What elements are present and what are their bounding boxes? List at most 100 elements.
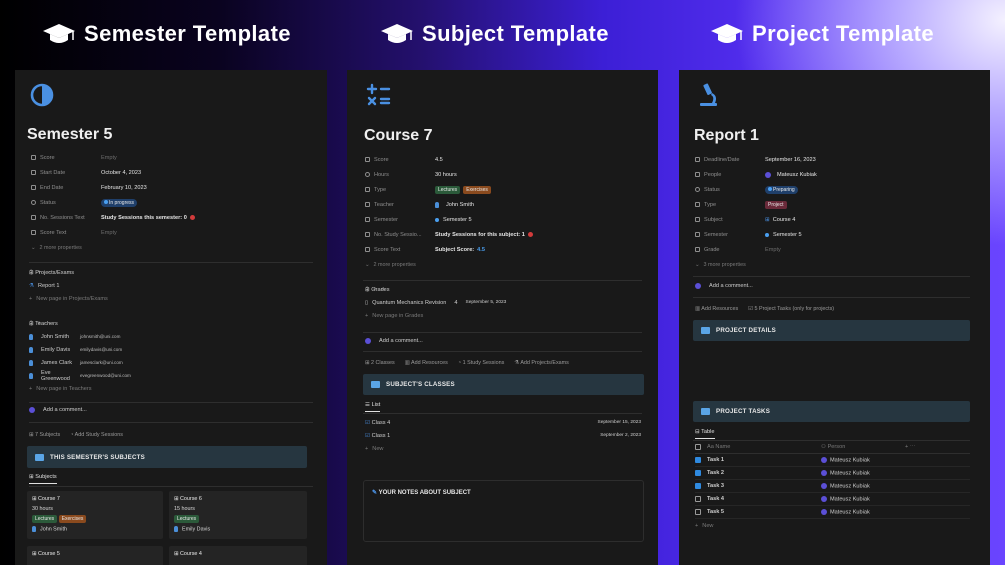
teacher-row[interactable]: Eve Greenwood evegreenwood@uni.com xyxy=(29,369,315,382)
prop-sessions-text[interactable]: No. Sessions Text Study Sessions this sem… xyxy=(31,210,195,225)
action-text: 5 Project Tasks (only for projects) xyxy=(754,306,835,312)
prop-sessions[interactable]: No. Study Sessio... Study Sessions for th… xyxy=(365,227,533,242)
new-row[interactable]: + New xyxy=(365,442,641,455)
more-properties-toggle[interactable]: ⌄ 2 more properties xyxy=(31,240,195,255)
class-row[interactable]: ☑ Class 4 September 15, 2023 xyxy=(365,416,641,429)
page-icon: ▯ xyxy=(365,299,369,306)
task-checkbox[interactable] xyxy=(695,482,701,489)
relation-header: ⊞ Projects/Exams ⚲+⋯ xyxy=(29,266,315,279)
teacher-row[interactable]: James Clark jamesclark@uni.com xyxy=(29,356,315,369)
prop-status[interactable]: Status In progress xyxy=(31,195,195,210)
grade-row[interactable]: ▯ Quantum Mechanics Revision 4 September 5,… xyxy=(365,296,641,309)
table-row[interactable]: Task 4 Mateusz Kubiak xyxy=(695,493,970,506)
prop-semester[interactable]: Semester Semester 5 xyxy=(365,212,533,227)
notes-box[interactable]: ✎ YOUR NOTES ABOUT SUBJECT xyxy=(363,480,644,542)
divider xyxy=(363,351,642,352)
prop-subject[interactable]: Subject ⊞ Course 4 xyxy=(695,212,817,227)
table-row[interactable]: Task 5 Mateusz Kubiak xyxy=(695,506,970,519)
task-checkbox[interactable] xyxy=(695,469,701,476)
divider xyxy=(29,402,313,403)
prop-teacher[interactable]: Teacher John Smith xyxy=(365,197,533,212)
subject-card[interactable]: ⊞ Course 6 15 hours Lectures Emily Davis xyxy=(169,491,307,539)
banner-text: PROJECT DETAILS xyxy=(716,327,776,334)
class-row[interactable]: ☑ Class 1 September 2, 2023 xyxy=(365,429,641,442)
relation-tools[interactable]: ⚲+⋯ xyxy=(365,286,391,293)
add-sessions-button[interactable]: ◔ Add Study Sessions xyxy=(70,432,123,438)
prop-key: End Date xyxy=(40,184,64,191)
table-row[interactable]: Task 3 Mateusz Kubiak xyxy=(695,480,970,493)
prop-deadline[interactable]: Deadline/Date September 16, 2023 xyxy=(695,152,817,167)
half-circle-icon xyxy=(435,217,439,222)
prop-score[interactable]: Score 4.5 xyxy=(365,152,533,167)
prop-semester[interactable]: Semester Semester 5 xyxy=(695,227,817,242)
task-person: Mateusz Kubiak xyxy=(830,483,870,490)
card-title: Course 6 xyxy=(180,496,202,502)
tab-table[interactable]: ⊟ Table xyxy=(695,429,715,439)
status-icon xyxy=(695,187,700,192)
prop-hours[interactable]: Hours 30 hours xyxy=(365,167,533,182)
comment-input[interactable]: Add a comment... xyxy=(365,338,423,344)
new-page-link[interactable]: + New page in Grades xyxy=(365,309,641,322)
avatar xyxy=(821,469,827,476)
more-properties-toggle[interactable]: ⌄ 2 more properties xyxy=(365,257,533,272)
relation-tools[interactable]: ⚲+⋯ xyxy=(29,320,55,327)
subject-card[interactable]: ⊞ Course 5 xyxy=(27,546,163,565)
add-resources-button[interactable]: ▥ Add Resources xyxy=(405,360,448,366)
banner-text: THIS SEMESTER'S SUBJECTS xyxy=(50,453,145,461)
type-tag: Project xyxy=(765,200,787,209)
add-column-button[interactable]: + ⋯ xyxy=(905,444,915,450)
people-icon xyxy=(695,172,700,177)
project-tasks-button[interactable]: ☑ 5 Project Tasks (only for projects) xyxy=(748,306,834,312)
classes-count-button[interactable]: ⊞ 2 Classes xyxy=(365,360,395,366)
prop-type[interactable]: Type Project xyxy=(695,197,817,212)
notes-title: YOUR NOTES ABOUT SUBJECT xyxy=(378,490,471,496)
prop-people[interactable]: People Mateusz Kubiak xyxy=(695,167,817,182)
subject-panel: Course 7 Score 4.5 Hours 30 hours Type Lect… xyxy=(347,70,658,565)
avatar xyxy=(765,171,771,178)
relation-item[interactable]: ⚗ Report 1 xyxy=(29,279,315,292)
table-row[interactable]: Task 2 Mateusz Kubiak xyxy=(695,467,970,480)
subjects-count-button[interactable]: ⊞ 7 Subjects xyxy=(29,432,60,438)
relation-tools[interactable]: ⚲+⋯ xyxy=(29,269,55,276)
tab-list[interactable]: ☰ List xyxy=(365,402,381,412)
status-badge: Preparing xyxy=(765,185,798,194)
task-checkbox[interactable] xyxy=(695,456,701,463)
task-checkbox[interactable] xyxy=(695,495,701,502)
semester-template-heading: Semester Template xyxy=(42,18,291,50)
avatar xyxy=(821,482,827,489)
comment-input[interactable]: Add a comment... xyxy=(29,407,87,413)
task-checkbox[interactable] xyxy=(695,508,701,515)
prop-type[interactable]: Type Lectures Exercises xyxy=(365,182,533,197)
new-page-link[interactable]: + New page in Teachers xyxy=(29,382,315,395)
prop-key: Type xyxy=(374,186,387,193)
subject-card[interactable]: ⊞ Course 7 30 hours Lectures Exercises J… xyxy=(27,491,163,539)
add-projects-button[interactable]: ⚗ Add Projects/Exams xyxy=(514,360,569,366)
prop-end-date[interactable]: End Date February 10, 2023 xyxy=(31,180,195,195)
select-all-checkbox[interactable] xyxy=(695,443,701,450)
subject-card[interactable]: ⊞ Course 4 xyxy=(169,546,307,565)
prop-score-text[interactable]: Score Text Subject Score: 4.5 xyxy=(365,242,533,257)
prop-value: Mateusz Kubiak xyxy=(777,171,817,178)
red-circle-icon xyxy=(527,232,533,237)
prop-score[interactable]: Score Empty xyxy=(31,150,195,165)
add-resources-button[interactable]: ▥ Add Resources xyxy=(695,306,738,312)
teacher-row[interactable]: Emily Davis emilydavis@uni.com xyxy=(29,343,315,356)
arrow-icon xyxy=(365,202,370,207)
prop-value: Course 4 xyxy=(772,216,796,223)
grades-relation: ⊞ Grades ⚲+⋯ ▯ Quantum Mechanics Revision 4… xyxy=(365,283,641,322)
sessions-count-button[interactable]: ◔ 1 Study Sessions xyxy=(458,360,504,366)
tab-subjects[interactable]: ⊞ Subjects xyxy=(29,474,57,484)
prop-score-text[interactable]: Score Text Empty xyxy=(31,225,195,240)
prop-start-date[interactable]: Start Date October 4, 2023 xyxy=(31,165,195,180)
new-row[interactable]: + New xyxy=(695,519,970,532)
action-text: 2 Classes xyxy=(371,360,395,366)
new-page-link[interactable]: + New page in Projects/Exams xyxy=(29,292,315,305)
prop-status[interactable]: Status Preparing xyxy=(695,182,817,197)
more-properties-toggle[interactable]: ⌄ 3 more properties xyxy=(695,257,817,272)
formula-icon xyxy=(31,215,36,220)
table-row[interactable]: Task 1 Mateusz Kubiak xyxy=(695,454,970,467)
prop-grade[interactable]: Grade Empty xyxy=(695,242,817,257)
list-icon xyxy=(695,202,700,207)
comment-input[interactable]: Add a comment... xyxy=(695,283,753,289)
teacher-row[interactable]: John Smith johnsmith@uni.com xyxy=(29,330,315,343)
